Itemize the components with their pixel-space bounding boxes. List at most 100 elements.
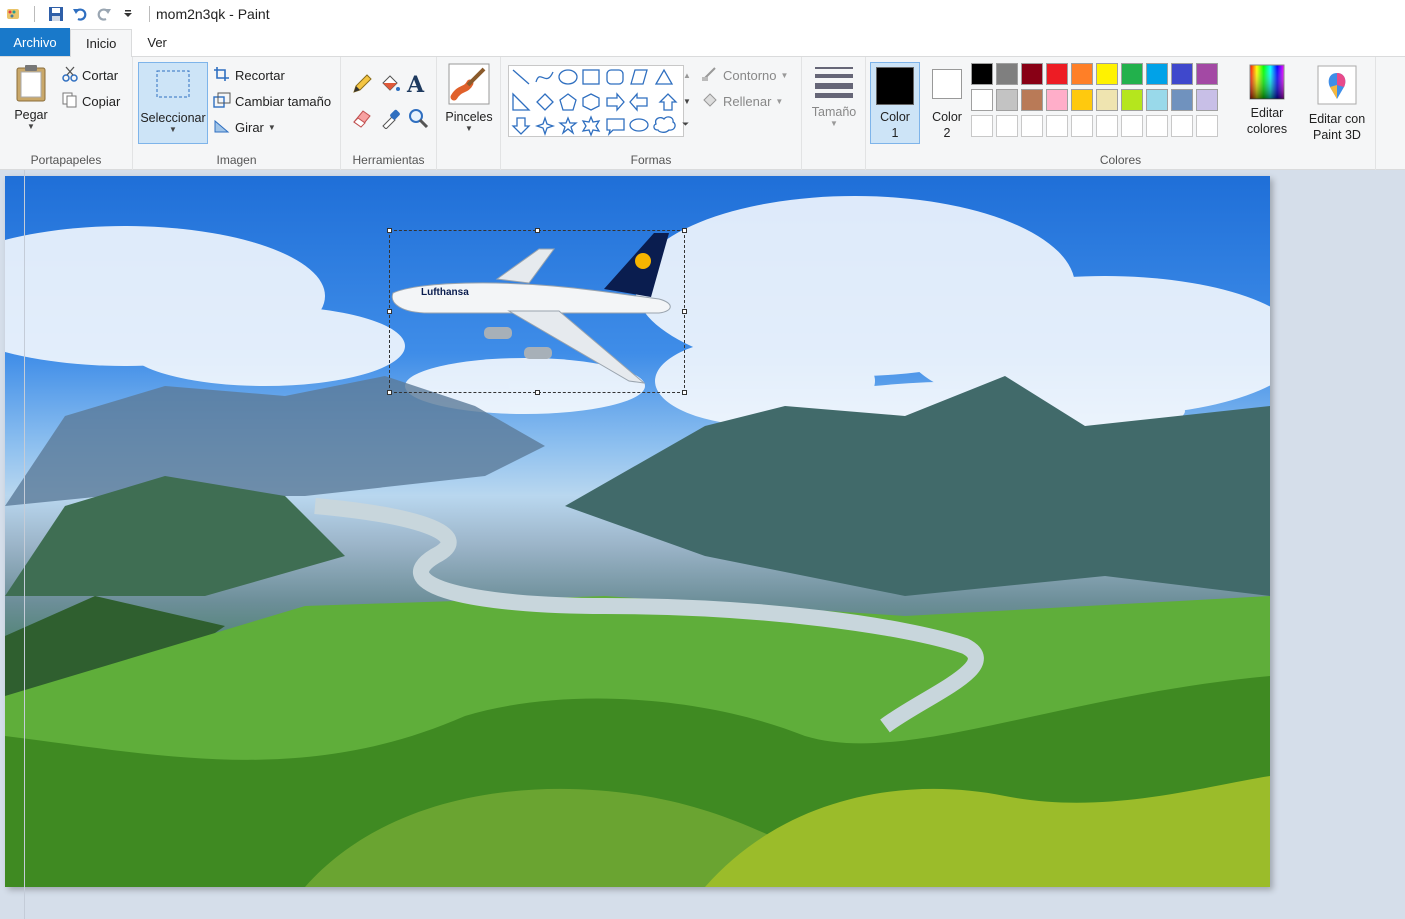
ribbon-tabs: Archivo Inicio Ver [0, 28, 1405, 57]
divider [34, 6, 35, 22]
custom-color-slot[interactable] [1021, 115, 1043, 137]
size-button[interactable]: Tamaño ▼ [806, 65, 862, 128]
resize-handle[interactable] [387, 390, 392, 395]
custom-color-slot[interactable] [1171, 115, 1193, 137]
resize-handle[interactable] [682, 390, 687, 395]
edit-paint3d-button[interactable]: Editar con Paint 3D [1302, 65, 1372, 143]
palette-swatch[interactable] [1196, 89, 1218, 111]
palette-swatch[interactable] [996, 63, 1018, 85]
undo-icon[interactable] [71, 5, 89, 23]
palette-swatch[interactable] [1046, 89, 1068, 111]
expand-gallery-icon[interactable]: ⏷ [682, 119, 689, 130]
paint-app-icon[interactable] [4, 5, 22, 23]
resize-handle[interactable] [387, 309, 392, 314]
paste-label: Pegar [14, 108, 48, 122]
palette-swatch[interactable] [1046, 63, 1068, 85]
palette-swatch[interactable] [1121, 63, 1143, 85]
fill-button[interactable]: Rellenar ▼ [701, 92, 783, 111]
resize-button[interactable]: Cambiar tamaño [213, 92, 331, 111]
shapes-group: ▲ ▼ ⏷ Contorno ▼ Rellenar ▼ Formas [501, 57, 802, 170]
copy-button[interactable]: Copiar [62, 92, 120, 111]
edit-paint3d-label: Editar con Paint 3D [1308, 112, 1366, 142]
palette-swatch[interactable] [1146, 89, 1168, 111]
palette-swatch[interactable] [1121, 89, 1143, 111]
palette-swatch[interactable] [1096, 63, 1118, 85]
custom-color-slot[interactable] [1121, 115, 1143, 137]
size-group: Tamaño ▼ [802, 57, 866, 170]
magnifier-icon[interactable] [407, 107, 429, 134]
palette-swatch[interactable] [1021, 89, 1043, 111]
resize-handle[interactable] [535, 390, 540, 395]
shapes-gallery[interactable] [508, 65, 684, 137]
image-group-label: Imagen [216, 153, 257, 167]
save-icon[interactable] [47, 5, 65, 23]
copy-label: Copiar [82, 94, 121, 109]
resize-handle[interactable] [535, 228, 540, 233]
palette-swatch[interactable] [1196, 63, 1218, 85]
custom-color-slot[interactable] [1196, 115, 1218, 137]
crop-button[interactable]: Recortar [213, 66, 285, 85]
chevron-down-icon: ▼ [267, 122, 276, 132]
select-button[interactable]: Seleccionar ▼ [138, 62, 208, 144]
pencil-icon[interactable] [351, 73, 373, 100]
palette-swatch[interactable] [1171, 63, 1193, 85]
custom-color-slot[interactable] [1046, 115, 1068, 137]
rotate-label: Girar [235, 120, 264, 135]
cut-button[interactable]: Cortar [62, 66, 118, 85]
custom-color-slot[interactable] [971, 115, 993, 137]
color1-button[interactable]: Color 1 [870, 62, 920, 144]
palette-swatch[interactable] [996, 89, 1018, 111]
outline-button[interactable]: Contorno ▼ [701, 66, 788, 85]
brushes-group: Pinceles ▼ [437, 57, 501, 170]
palette-swatch[interactable] [1146, 63, 1168, 85]
rotate-icon [213, 118, 231, 137]
tab-inicio[interactable]: Inicio [70, 29, 133, 57]
resize-handle[interactable] [387, 228, 392, 233]
scroll-down-icon[interactable]: ▼ [683, 97, 691, 106]
custom-color-slot[interactable] [996, 115, 1018, 137]
edit-colors-button[interactable]: Editar colores [1239, 63, 1295, 137]
paste-button[interactable]: Pegar ▼ [10, 63, 52, 131]
palette-swatch[interactable] [1071, 89, 1093, 111]
palette-swatch[interactable] [971, 89, 993, 111]
palette-swatch[interactable] [1071, 63, 1093, 85]
brushes-label: Pinceles [445, 110, 493, 124]
crop-label: Recortar [235, 68, 285, 83]
text-tool-icon[interactable]: A [407, 72, 424, 98]
palette-swatch[interactable] [971, 63, 993, 85]
color2-button[interactable]: Color 2 [922, 62, 972, 144]
chevron-down-icon: ▼ [27, 122, 35, 131]
image-group: Seleccionar ▼ Recortar Cambiar tamaño Gi… [133, 57, 341, 170]
resize-handle[interactable] [682, 228, 687, 233]
color2-swatch [932, 69, 962, 99]
chevron-down-icon: ▼ [465, 124, 473, 133]
color1-label: Color 1 [880, 110, 910, 140]
tab-archivo[interactable]: Archivo [0, 28, 70, 56]
brush-icon [448, 63, 490, 109]
custom-color-slot[interactable] [1071, 115, 1093, 137]
resize-label: Cambiar tamaño [235, 94, 332, 109]
tab-ver[interactable]: Ver [132, 28, 182, 56]
rotate-button[interactable]: Girar ▼ [213, 118, 276, 137]
scroll-up-icon[interactable]: ▲ [683, 71, 691, 80]
ribbon: Pegar ▼ Cortar Copiar Portapapeles Selec… [0, 57, 1405, 170]
customize-toolbar-icon[interactable] [119, 5, 137, 23]
eraser-icon[interactable] [351, 107, 373, 134]
palette-swatch[interactable] [1021, 63, 1043, 85]
shapes-gallery-icons [511, 68, 678, 137]
palette-swatch[interactable] [1096, 89, 1118, 111]
custom-color-slot[interactable] [1146, 115, 1168, 137]
clipboard-icon [14, 63, 48, 107]
resize-icon [213, 92, 231, 111]
redo-icon[interactable] [95, 5, 113, 23]
canvas-margin-line [24, 170, 25, 919]
edit-colors-label: Editar colores [1246, 106, 1288, 136]
custom-color-slot[interactable] [1096, 115, 1118, 137]
color-picker-icon[interactable] [379, 107, 401, 134]
brushes-button[interactable]: Pinceles ▼ [443, 63, 495, 133]
selection-box[interactable] [387, 228, 687, 395]
resize-handle[interactable] [682, 309, 687, 314]
fill-bucket-icon[interactable] [379, 73, 401, 100]
palette-swatch[interactable] [1171, 89, 1193, 111]
crop-icon [213, 66, 231, 85]
